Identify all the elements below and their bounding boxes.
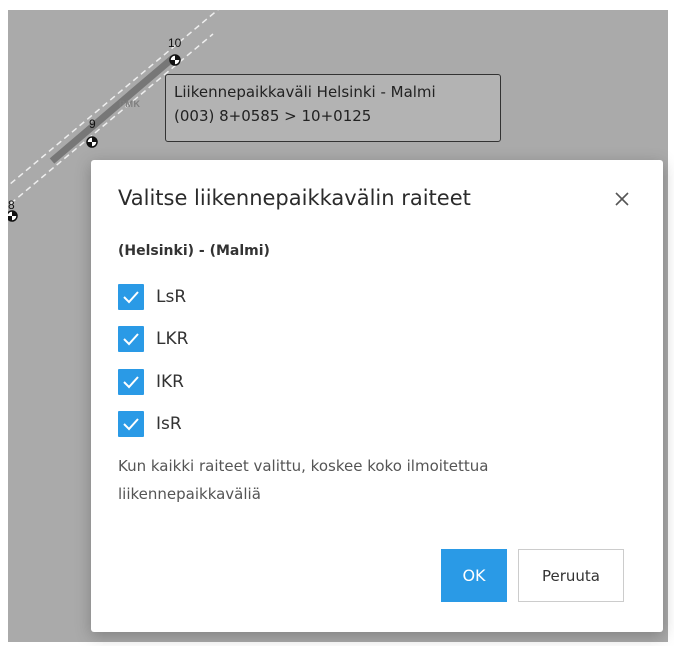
- km-label-9: 9: [89, 117, 96, 131]
- tooltip-title: Liikennepaikkaväli Helsinki - Malmi: [174, 83, 436, 101]
- app-root: 8 9 10 PMK Liikennepaikkaväli Helsinki -…: [0, 0, 674, 646]
- close-icon[interactable]: [613, 190, 631, 208]
- track-checkbox-isr[interactable]: [118, 411, 144, 437]
- track-selection-dialog: Valitse liikennepaikkavälin raiteet (Hel…: [91, 160, 663, 632]
- section-label: (Helsinki) - (Malmi): [118, 243, 270, 259]
- map-tooltip: Liikennepaikkaväli Helsinki - Malmi (003…: [165, 74, 501, 142]
- tooltip-range: (003) 8+0585 > 10+0125: [174, 107, 372, 125]
- track-label-lsr: LsR: [156, 287, 187, 307]
- checkmark-icon: [123, 291, 139, 304]
- track-label-ikr: IKR: [156, 372, 184, 392]
- track-label-isr: IsR: [156, 414, 182, 434]
- track-checkbox-lkr[interactable]: [118, 326, 144, 352]
- track-option-isr[interactable]: IsR: [118, 410, 182, 438]
- track-option-ikr[interactable]: IKR: [118, 368, 184, 396]
- track-selected-section: [49, 55, 176, 164]
- track-checkbox-lsr[interactable]: [118, 284, 144, 310]
- track-option-lsr[interactable]: LsR: [118, 283, 186, 311]
- km-label-10: 10: [168, 36, 182, 50]
- ok-button[interactable]: OK: [441, 549, 507, 602]
- checkmark-icon: [123, 376, 139, 389]
- checkmark-icon: [123, 333, 139, 346]
- checkmark-icon: [123, 418, 139, 431]
- selection-note: Kun kaikki raiteet valittu, koskee koko …: [118, 457, 489, 503]
- track-option-lkr[interactable]: LKR: [118, 325, 188, 353]
- km-label-8: 8: [8, 198, 15, 212]
- dialog-title: Valitse liikennepaikkavälin raiteet: [118, 186, 471, 210]
- km-marker-8-icon[interactable]: [8, 210, 18, 222]
- station-code-label: PMK: [119, 99, 141, 109]
- cancel-button[interactable]: Peruuta: [518, 549, 624, 602]
- track-checkbox-ikr[interactable]: [118, 369, 144, 395]
- km-marker-10-icon[interactable]: [169, 54, 181, 66]
- km-marker-9-icon[interactable]: [86, 136, 98, 148]
- track-label-lkr: LKR: [156, 329, 189, 349]
